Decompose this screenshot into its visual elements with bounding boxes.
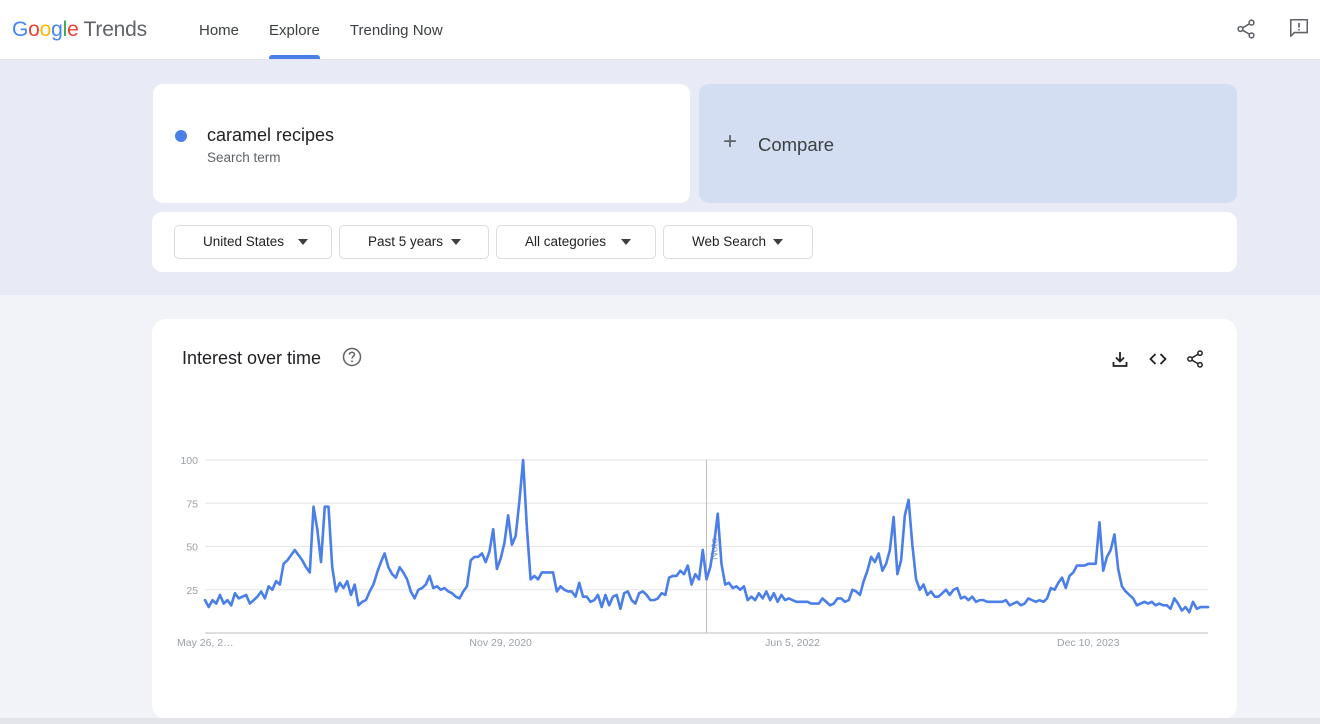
y-tick-label: 75: [186, 498, 198, 510]
plus-icon: +: [723, 128, 738, 155]
nav-tab-home[interactable]: Home: [199, 0, 239, 59]
y-tick-label: 50: [186, 542, 198, 554]
caret-down-icon: [773, 239, 783, 245]
bottom-strip: [0, 718, 1320, 724]
share-icon[interactable]: [1235, 18, 1257, 40]
google-trends-logo[interactable]: Google Trends: [12, 18, 147, 42]
region-dropdown[interactable]: United States: [174, 225, 332, 259]
caret-down-icon: [451, 239, 461, 245]
search-term-card[interactable]: caramel recipes Search term: [153, 84, 690, 203]
interest-line-chart[interactable]: 255075100NoteMay 26, 2… Nov 29, 2020 Jun 5…: [152, 319, 1237, 719]
caret-down-icon: [621, 239, 631, 245]
search-type-dropdown[interactable]: Web Search: [663, 225, 813, 259]
time-range-dropdown[interactable]: Past 5 years: [339, 225, 489, 259]
x-tick-label: Nov 29, 2020: [469, 637, 532, 649]
filters-bar: United States Past 5 years All categorie…: [152, 212, 1237, 272]
top-header: Google Trends Home Explore Trending Now: [0, 0, 1320, 60]
search-term-name: caramel recipes: [207, 125, 335, 145]
search-term-color-dot: [175, 130, 187, 142]
caret-down-icon: [298, 239, 308, 245]
x-tick-label: May 26, 2…: [177, 637, 234, 649]
x-tick-label: Jun 5, 2022: [765, 637, 820, 649]
interest-over-time-card: Interest over time 25 50 75 100 Note May 26, …: [152, 319, 1237, 719]
y-tick-label: 25: [186, 585, 198, 597]
nav-tab-trending-now[interactable]: Trending Now: [350, 0, 443, 59]
main-nav: Home Explore Trending Now: [199, 0, 473, 59]
compare-button[interactable]: + Compare: [699, 84, 1237, 203]
nav-tab-explore[interactable]: Explore: [269, 0, 320, 59]
x-tick-label: Dec 10, 2023: [1057, 637, 1120, 649]
compare-label: Compare: [758, 134, 835, 155]
y-tick-label: 100: [180, 455, 198, 467]
category-dropdown[interactable]: All categories: [496, 225, 656, 259]
search-term-type: Search term: [207, 150, 281, 165]
feedback-icon[interactable]: [1288, 17, 1310, 39]
